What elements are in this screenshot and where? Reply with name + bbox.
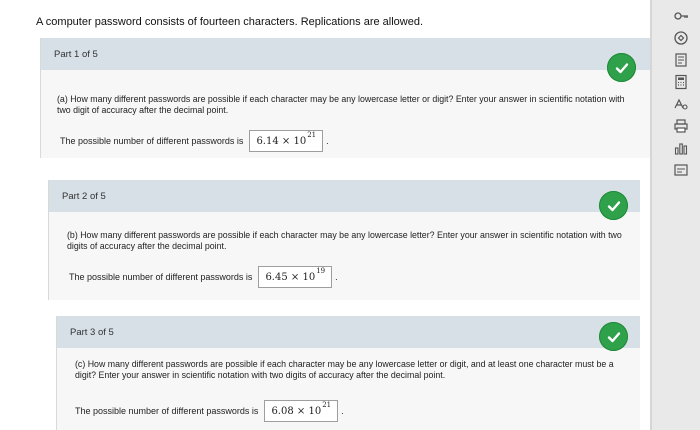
exponent: 21 [307,131,317,139]
part-1-answer-field[interactable]: 6.14 × 10 21 [249,130,324,152]
part-1-question: (a) How many different passwords are pos… [57,94,625,115]
part-3-answer-label: The possible number of different passwor… [75,406,259,416]
part-3-title: Part 3 of 5 [70,327,114,338]
part-1-title: Part 1 of 5 [54,49,98,60]
base: 10 [302,271,316,283]
part-2-answer-field[interactable]: 6.45 × 10 19 [258,266,333,288]
settings-icon[interactable] [669,28,693,48]
correct-check-icon [607,53,636,82]
mantissa: 6.14 [256,135,279,147]
calculator-icon[interactable] [669,72,693,92]
part-2-answer-label: The possible number of different passwor… [69,272,253,282]
part-2-header[interactable]: Part 2 of 5 [49,180,640,220]
part-1-answer-row: The possible number of different passwor… [60,130,329,152]
correct-check-icon [599,191,628,220]
part-3-question: (c) How many different passwords are pos… [75,359,614,380]
key-icon[interactable] [669,6,693,26]
glossary-icon[interactable] [669,94,693,114]
page-edge [650,0,652,430]
period: . [335,272,338,282]
times-sign: × [281,135,291,147]
part-3-panel: Part 3 of 5 (c) How many different passw… [56,316,640,430]
problem-statement: A computer password consists of fourteen… [36,16,424,28]
part-3-answer-field[interactable]: 6.08 × 10 21 [264,400,339,422]
gallery-icon[interactable] [669,160,693,180]
base: 10 [308,405,322,417]
times-sign: × [296,405,306,417]
part-1-answer-label: The possible number of different passwor… [60,136,244,146]
mantissa: 6.08 [271,405,294,417]
part-2-title: Part 2 of 5 [62,191,106,202]
notes-icon[interactable] [669,50,693,70]
part-1-panel: Part 1 of 5 (a) How many different passw… [40,38,650,158]
part-2-answer-row: The possible number of different passwor… [69,266,338,288]
exponent: 19 [316,267,326,275]
right-toolbar [666,6,696,196]
correct-check-icon [599,322,628,351]
part-2-question: (b) How many different passwords are pos… [67,230,622,251]
chart-icon[interactable] [669,138,693,158]
part-2-panel: Part 2 of 5 (b) How many different passw… [48,180,640,300]
times-sign: × [290,271,300,283]
print-icon[interactable] [669,116,693,136]
part-3-answer-row: The possible number of different passwor… [75,400,344,422]
problem-page: A computer password consists of fourteen… [0,0,650,430]
exponent: 21 [322,401,332,409]
part-3-header[interactable]: Part 3 of 5 [57,316,640,351]
part-1-header[interactable]: Part 1 of 5 [41,38,650,82]
base: 10 [293,135,307,147]
period: . [341,406,344,416]
mantissa: 6.45 [265,271,288,283]
period: . [326,136,329,146]
